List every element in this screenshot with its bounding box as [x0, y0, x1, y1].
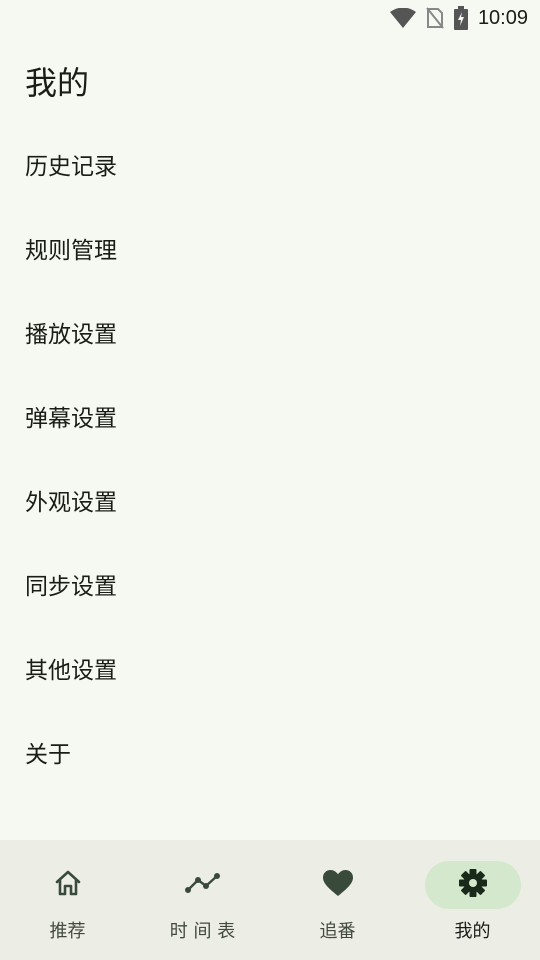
- nav-item-mine[interactable]: 我的: [405, 840, 540, 943]
- menu-item-other-settings[interactable]: 其他设置: [0, 626, 540, 710]
- battery-charging-icon: [453, 6, 468, 30]
- nav-label-following: 追番: [319, 921, 356, 942]
- nav-label-schedule: 时 间 表: [169, 921, 236, 942]
- status-bar: 10:09: [0, 0, 540, 36]
- nav-label-mine: 我的: [454, 921, 491, 942]
- status-time: 10:09: [477, 6, 528, 29]
- menu-item-sync-settings[interactable]: 同步设置: [0, 542, 540, 626]
- settings-menu: 历史记录 规则管理 播放设置 弹幕设置 外观设置 同步设置 其他设置 关于: [0, 122, 540, 794]
- menu-item-about[interactable]: 关于: [0, 710, 540, 794]
- bottom-navigation: 推荐 时 间 表 追番 我的: [0, 840, 540, 960]
- nav-item-following[interactable]: 追番: [270, 840, 405, 943]
- nav-label-recommend: 推荐: [49, 921, 86, 942]
- nav-item-schedule[interactable]: 时 间 表: [135, 840, 270, 943]
- wifi-icon: [389, 8, 416, 28]
- menu-item-playback-settings[interactable]: 播放设置: [0, 290, 540, 374]
- menu-item-danmaku-settings[interactable]: 弹幕设置: [0, 374, 540, 458]
- page-title: 我的: [25, 64, 90, 102]
- menu-item-appearance-settings[interactable]: 外观设置: [0, 458, 540, 542]
- gear-icon: [458, 868, 488, 902]
- timeline-icon: [184, 871, 221, 899]
- menu-item-rules[interactable]: 规则管理: [0, 206, 540, 290]
- menu-item-history[interactable]: 历史记录: [0, 122, 540, 206]
- home-icon: [53, 869, 83, 901]
- active-indicator: [424, 861, 521, 909]
- no-sim-icon: [426, 7, 444, 29]
- heart-icon: [322, 869, 354, 901]
- nav-item-recommend[interactable]: 推荐: [0, 840, 135, 943]
